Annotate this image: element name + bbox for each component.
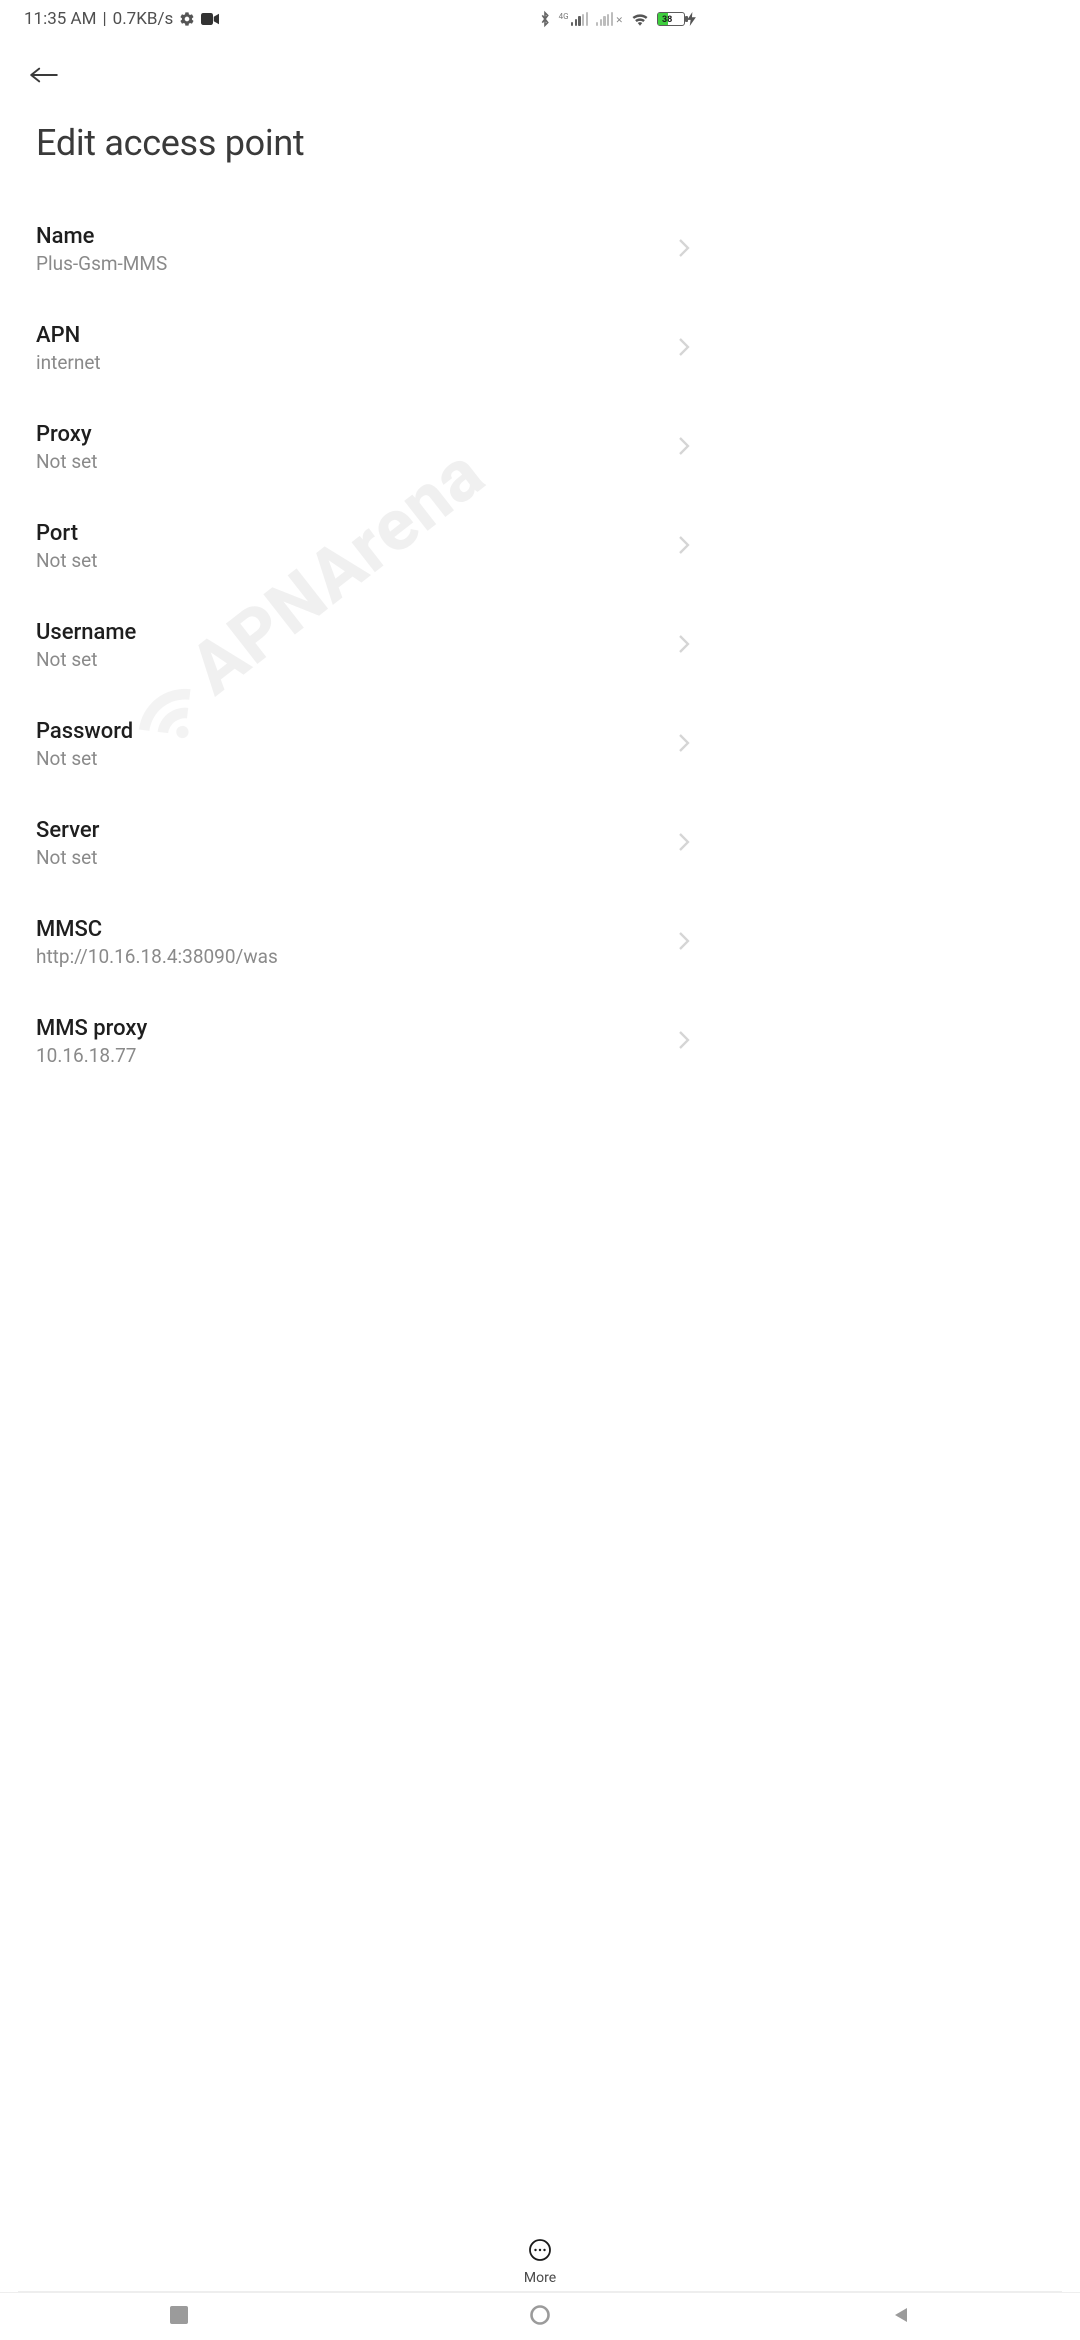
status-sep: | — [102, 9, 106, 29]
setting-label: Password — [36, 719, 133, 744]
status-net-speed: 0.7KB/s — [113, 9, 174, 29]
chevron-right-icon — [678, 1030, 690, 1054]
setting-label: APN — [36, 323, 101, 348]
setting-label: Proxy — [36, 422, 97, 447]
charging-bolt-icon — [687, 12, 696, 26]
chevron-right-icon — [678, 634, 690, 658]
setting-value: internet — [36, 351, 101, 374]
header-bar — [0, 38, 720, 94]
setting-value: 10.16.18.77 — [36, 1044, 147, 1066]
chevron-right-icon — [678, 337, 690, 361]
nav-recent-button[interactable] — [170, 2306, 188, 2328]
status-left: 11:35 AM | 0.7KB/s — [24, 9, 219, 29]
chevron-right-icon — [678, 832, 690, 856]
setting-label: Username — [36, 620, 136, 645]
setting-item-apn[interactable]: APN internet — [0, 299, 720, 398]
setting-item-password[interactable]: Password Not set — [0, 695, 720, 794]
settings-list: Name Plus-Gsm-MMS APN internet Proxy Not… — [0, 200, 720, 1066]
chevron-right-icon — [678, 238, 690, 262]
setting-value: Not set — [36, 549, 97, 572]
chevron-right-icon — [678, 931, 690, 955]
setting-item-server[interactable]: Server Not set — [0, 794, 720, 893]
setting-value: Not set — [36, 450, 97, 473]
settings-scroll-area[interactable]: APNArena Name Plus-Gsm-MMS APN internet … — [0, 200, 720, 1066]
more-icon — [528, 2238, 552, 2266]
setting-item-port[interactable]: Port Not set — [0, 497, 720, 596]
battery-percent: 38 — [662, 13, 672, 27]
setting-value: Plus-Gsm-MMS — [36, 252, 167, 275]
setting-value: Not set — [36, 747, 133, 770]
setting-item-name[interactable]: Name Plus-Gsm-MMS — [0, 200, 720, 299]
chevron-right-icon — [678, 436, 690, 460]
setting-value: Not set — [36, 648, 136, 671]
nav-home-button[interactable] — [529, 2304, 551, 2330]
camera-icon — [201, 13, 219, 25]
status-bar: 11:35 AM | 0.7KB/s 4G ✕ — [0, 0, 720, 38]
setting-label: MMS proxy — [36, 1016, 147, 1041]
setting-label: Name — [36, 224, 167, 249]
setting-label: Port — [36, 521, 97, 546]
setting-value: Not set — [36, 846, 99, 869]
setting-item-mms-proxy[interactable]: MMS proxy 10.16.18.77 — [0, 992, 720, 1066]
more-button[interactable]: More — [524, 2238, 556, 2286]
back-button[interactable] — [28, 64, 60, 86]
setting-value: http://10.16.18.4:38090/was — [36, 945, 278, 968]
chevron-right-icon — [678, 733, 690, 757]
status-right: 4G ✕ 38 — [539, 10, 696, 28]
chevron-right-icon — [678, 535, 690, 559]
battery-indicator: 38 — [657, 12, 696, 26]
nav-back-button[interactable] — [892, 2306, 910, 2328]
system-nav-bar — [0, 2292, 1080, 2340]
setting-label: Server — [36, 818, 99, 843]
setting-label: MMSC — [36, 917, 278, 942]
signal-4g-label: 4G — [559, 12, 569, 21]
setting-item-mmsc[interactable]: MMSC http://10.16.18.4:38090/was — [0, 893, 720, 992]
more-label: More — [524, 2270, 556, 2286]
bottom-action-bar: More — [0, 2238, 1080, 2286]
page-title: Edit access point — [0, 94, 720, 200]
wifi-icon — [631, 12, 649, 26]
setting-item-proxy[interactable]: Proxy Not set — [0, 398, 720, 497]
setting-item-username[interactable]: Username Not set — [0, 596, 720, 695]
signal-sim1-icon: 4G — [559, 12, 588, 26]
bluetooth-icon — [539, 10, 551, 28]
status-time: 11:35 AM — [24, 9, 96, 29]
signal-sim2-icon: ✕ — [596, 12, 623, 26]
settings-gear-icon — [179, 11, 195, 27]
